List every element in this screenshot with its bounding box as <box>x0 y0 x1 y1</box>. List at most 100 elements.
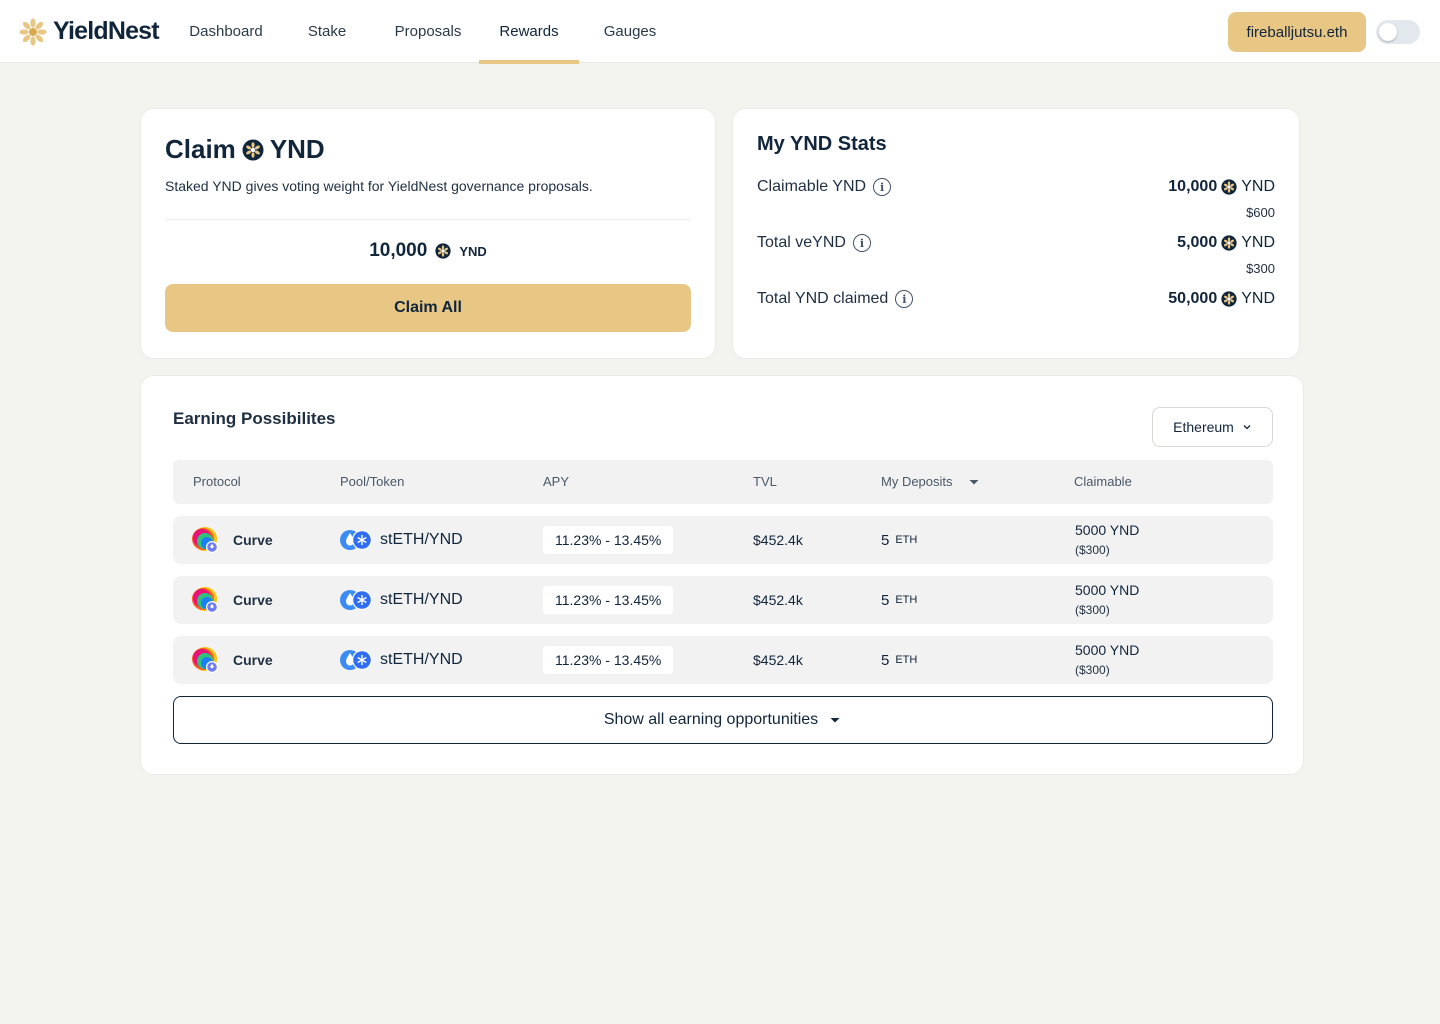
table-row[interactable]: Curve stETH/YND 11.23% - 13.45% $452.4k <box>173 576 1273 624</box>
apy-range: 11.23% - 13.45% <box>543 646 674 674</box>
stat-usd: $300 <box>1246 261 1275 276</box>
ynd-coin-icon <box>1221 179 1237 195</box>
info-icon[interactable]: i <box>895 290 914 308</box>
table-row[interactable]: Curve stETH/YND 11.23% - 13.45% $452.4k <box>173 516 1273 564</box>
steth-ynd-pair-icon <box>340 530 372 550</box>
theme-toggle[interactable] <box>1376 20 1420 44</box>
tvl-cell: $452.4k <box>753 516 803 564</box>
deposit-unit: ETH <box>895 654 918 666</box>
nav-proposals[interactable]: Proposals <box>378 0 478 63</box>
tvl-value: $452.4k <box>753 592 803 608</box>
show-all-opportunities-button[interactable]: Show all earning opportunities <box>173 696 1273 744</box>
stat-value: 50,000 YND <box>1168 290 1275 308</box>
column-header-claimable: Claimable <box>1074 474 1132 489</box>
stat-value-number: 50,000 <box>1168 290 1218 307</box>
claimable-amount: 5000 YND <box>1075 582 1140 598</box>
stat-label: Claimable YND i <box>757 178 892 196</box>
stat-row-claimed: Total YND claimed i 50,000 YND <box>757 290 1275 314</box>
active-tab-indicator <box>479 60 579 64</box>
tvl-value: $452.4k <box>753 652 803 668</box>
network-select[interactable]: Ethereum <box>1152 407 1273 447</box>
logo[interactable]: YieldNest <box>19 17 160 46</box>
toggle-knob <box>1379 23 1397 41</box>
claimable-cell: 5000 YND ($300) <box>1075 576 1139 624</box>
stat-label-text: Total veYND <box>757 234 846 251</box>
stats-card: My YND Stats Claimable YND i 10,000 YND <box>732 108 1300 359</box>
column-header-protocol: Protocol <box>193 474 241 489</box>
nav-gauges[interactable]: Gauges <box>580 0 680 63</box>
pool-name: stETH/YND <box>380 531 463 548</box>
claim-description: Staked YND gives voting weight for Yield… <box>165 178 593 194</box>
protocol-cell: Curve <box>191 516 273 564</box>
stat-value-symbol: YND <box>1241 234 1275 251</box>
ynd-coin-icon <box>242 139 264 160</box>
steth-ynd-pair-icon <box>340 590 372 610</box>
top-navigation-bar: YieldNest Dashboard Stake Proposals Rewa… <box>0 0 1440 64</box>
tvl-value: $452.4k <box>753 532 803 548</box>
stat-row-veynd: Total veYND i 5,000 YND $300 <box>757 234 1275 276</box>
curve-logo-icon <box>192 587 218 613</box>
table-row[interactable]: Curve stETH/YND 11.23% - 13.45% $452.4k <box>173 636 1273 684</box>
stat-label: Total YND claimed i <box>757 290 914 308</box>
claim-amount: 10,000 YND <box>141 240 715 262</box>
tvl-cell: $452.4k <box>753 576 803 624</box>
claimable-usd: ($300) <box>1075 543 1110 557</box>
protocol-name: Curve <box>233 652 273 668</box>
claim-all-button[interactable]: Claim All <box>165 284 691 332</box>
nav-dashboard[interactable]: Dashboard <box>176 0 276 63</box>
sun-flower-icon <box>19 17 47 46</box>
deposit-unit: ETH <box>895 534 918 546</box>
curve-logo-icon <box>192 527 218 553</box>
stat-value-symbol: YND <box>1241 178 1275 195</box>
pool-name: stETH/YND <box>380 591 463 608</box>
stat-usd: $600 <box>1246 205 1275 220</box>
protocol-cell: Curve <box>191 636 273 684</box>
claimable-usd: ($300) <box>1075 663 1110 677</box>
claim-title: Claim YND <box>165 134 325 165</box>
deposit-unit: ETH <box>895 594 918 606</box>
ynd-coin-icon <box>1221 235 1237 251</box>
pool-cell: stETH/YND <box>339 636 463 684</box>
table-header: Protocol Pool/Token APY TVL My Deposits … <box>173 460 1273 504</box>
caret-down-icon <box>830 718 840 723</box>
earning-possibilities-card: Earning Possibilites Ethereum Protocol P… <box>140 375 1304 775</box>
protocol-cell: Curve <box>191 576 273 624</box>
info-icon[interactable]: i <box>852 234 871 252</box>
deposit-amount: 5 <box>881 651 890 669</box>
stat-value-number: 5,000 <box>1177 234 1218 251</box>
info-icon[interactable]: i <box>873 178 892 196</box>
apy-range: 11.23% - 13.45% <box>543 586 674 614</box>
claimable-usd: ($300) <box>1075 603 1110 617</box>
column-header-pool: Pool/Token <box>340 474 405 489</box>
claimable-cell: 5000 YND ($300) <box>1075 516 1139 564</box>
ynd-coin-icon <box>1221 291 1237 307</box>
claim-amount-value: 10,000 <box>369 240 428 261</box>
stat-value: 10,000 YND <box>1168 178 1275 196</box>
pool-cell: stETH/YND <box>339 516 463 564</box>
stat-value-symbol: YND <box>1241 290 1275 307</box>
stat-label-text: Total YND claimed <box>757 290 889 307</box>
nav-rewards-label: Rewards <box>499 23 559 40</box>
apy-cell: 11.23% - 13.45% <box>543 636 674 684</box>
steth-ynd-pair-icon <box>340 650 372 670</box>
earning-title: Earning Possibilites <box>173 409 336 428</box>
column-header-apy: APY <box>543 474 570 489</box>
stat-label-text: Claimable YND <box>757 178 867 195</box>
nav-stake[interactable]: Stake <box>277 0 377 63</box>
wallet-button[interactable]: fireballjutsu.eth <box>1228 12 1366 52</box>
logo-text: YieldNest <box>53 17 160 45</box>
nav-rewards[interactable]: Rewards <box>479 0 579 64</box>
column-header-deposits[interactable]: My Deposits <box>881 474 981 489</box>
claim-title-prefix: Claim <box>165 134 236 164</box>
network-select-value: Ethereum <box>1173 419 1234 435</box>
claim-amount-symbol: YND <box>459 243 487 259</box>
ynd-coin-icon <box>435 243 451 259</box>
show-all-label: Show all earning opportunities <box>603 711 819 728</box>
apy-cell: 11.23% - 13.45% <box>543 516 674 564</box>
claimable-cell: 5000 YND ($300) <box>1075 636 1139 684</box>
stats-title: My YND Stats <box>757 133 887 155</box>
stat-value: 5,000 YND <box>1177 234 1275 252</box>
claimable-amount: 5000 YND <box>1075 642 1140 658</box>
column-header-tvl: TVL <box>753 474 777 489</box>
sort-caret-down-icon <box>969 479 979 484</box>
